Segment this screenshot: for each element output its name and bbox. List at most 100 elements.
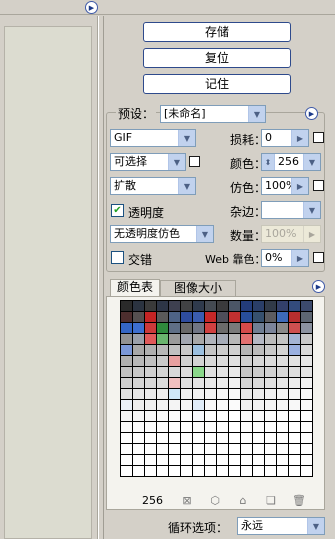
color-swatch[interactable] bbox=[157, 378, 168, 388]
color-swatch[interactable] bbox=[265, 378, 276, 388]
color-swatch[interactable] bbox=[301, 378, 312, 388]
color-swatch[interactable] bbox=[277, 301, 288, 311]
color-swatch[interactable] bbox=[133, 455, 144, 465]
map-to-transparent-icon[interactable]: ⊠ bbox=[181, 494, 193, 507]
color-swatch[interactable] bbox=[145, 378, 156, 388]
color-swatch[interactable] bbox=[253, 455, 264, 465]
color-swatch[interactable] bbox=[265, 312, 276, 322]
color-swatch[interactable] bbox=[181, 356, 192, 366]
color-swatch[interactable] bbox=[253, 367, 264, 377]
color-swatch[interactable] bbox=[181, 466, 192, 476]
color-swatch[interactable] bbox=[241, 422, 252, 432]
color-swatch[interactable] bbox=[193, 345, 204, 355]
color-swatch[interactable] bbox=[289, 345, 300, 355]
color-swatch[interactable] bbox=[217, 334, 228, 344]
color-swatch[interactable] bbox=[265, 334, 276, 344]
color-swatch[interactable] bbox=[217, 312, 228, 322]
color-swatch[interactable] bbox=[253, 411, 264, 421]
color-swatch[interactable] bbox=[205, 312, 216, 322]
color-swatch[interactable] bbox=[181, 323, 192, 333]
color-swatch[interactable] bbox=[241, 356, 252, 366]
color-swatch[interactable] bbox=[289, 334, 300, 344]
reduction-swatch-icon[interactable] bbox=[189, 156, 200, 167]
color-swatch[interactable] bbox=[289, 433, 300, 443]
color-swatch[interactable] bbox=[241, 323, 252, 333]
color-swatch[interactable] bbox=[301, 433, 312, 443]
color-swatch[interactable] bbox=[265, 422, 276, 432]
color-swatch[interactable] bbox=[217, 301, 228, 311]
color-swatch[interactable] bbox=[265, 411, 276, 421]
color-swatch[interactable] bbox=[193, 466, 204, 476]
color-swatch[interactable] bbox=[217, 323, 228, 333]
image-preview-area[interactable] bbox=[4, 26, 92, 539]
color-swatch[interactable] bbox=[133, 345, 144, 355]
color-swatch[interactable] bbox=[157, 356, 168, 366]
color-swatch[interactable] bbox=[193, 400, 204, 410]
color-swatch[interactable] bbox=[169, 334, 180, 344]
color-swatch[interactable] bbox=[229, 411, 240, 421]
color-swatch[interactable] bbox=[193, 389, 204, 399]
tab-image-size[interactable]: 图像大小 bbox=[160, 280, 236, 296]
color-swatch[interactable] bbox=[289, 400, 300, 410]
color-swatch[interactable] bbox=[301, 400, 312, 410]
color-swatch[interactable] bbox=[277, 378, 288, 388]
transparency-checkbox[interactable]: ✔ bbox=[111, 204, 124, 217]
color-swatch[interactable] bbox=[229, 422, 240, 432]
color-swatch[interactable] bbox=[217, 367, 228, 377]
color-swatch[interactable] bbox=[277, 455, 288, 465]
color-swatch[interactable] bbox=[265, 301, 276, 311]
color-swatch[interactable] bbox=[145, 444, 156, 454]
color-swatch[interactable] bbox=[217, 356, 228, 366]
color-swatch[interactable] bbox=[157, 422, 168, 432]
color-swatch[interactable] bbox=[241, 378, 252, 388]
color-swatch[interactable] bbox=[121, 367, 132, 377]
color-swatch[interactable] bbox=[241, 411, 252, 421]
color-swatch[interactable] bbox=[301, 334, 312, 344]
color-swatch[interactable] bbox=[121, 400, 132, 410]
color-swatch[interactable] bbox=[145, 400, 156, 410]
color-swatch[interactable] bbox=[121, 334, 132, 344]
color-swatch[interactable] bbox=[229, 400, 240, 410]
color-swatch[interactable] bbox=[301, 389, 312, 399]
dither-input[interactable]: 100% ▶ bbox=[261, 177, 309, 195]
color-swatch[interactable] bbox=[169, 444, 180, 454]
color-swatch[interactable] bbox=[253, 356, 264, 366]
color-swatch[interactable] bbox=[277, 411, 288, 421]
color-swatch[interactable] bbox=[217, 444, 228, 454]
color-swatch[interactable] bbox=[157, 411, 168, 421]
color-swatch[interactable] bbox=[157, 444, 168, 454]
color-swatch[interactable] bbox=[241, 367, 252, 377]
color-swatch[interactable] bbox=[169, 378, 180, 388]
color-swatch[interactable] bbox=[121, 301, 132, 311]
color-swatch[interactable] bbox=[193, 312, 204, 322]
color-swatch[interactable] bbox=[229, 334, 240, 344]
color-swatch[interactable] bbox=[301, 323, 312, 333]
color-swatch[interactable] bbox=[145, 433, 156, 443]
color-swatch[interactable] bbox=[265, 367, 276, 377]
color-swatch[interactable] bbox=[121, 323, 132, 333]
color-swatch[interactable] bbox=[217, 400, 228, 410]
color-swatch[interactable] bbox=[301, 367, 312, 377]
color-swatch[interactable] bbox=[181, 312, 192, 322]
color-swatch[interactable] bbox=[253, 323, 264, 333]
color-swatch[interactable] bbox=[277, 466, 288, 476]
color-swatch[interactable] bbox=[121, 444, 132, 454]
color-swatch[interactable] bbox=[265, 400, 276, 410]
color-swatch[interactable] bbox=[121, 422, 132, 432]
color-swatch[interactable] bbox=[241, 444, 252, 454]
color-swatch[interactable] bbox=[157, 389, 168, 399]
color-swatch[interactable] bbox=[289, 466, 300, 476]
color-swatch[interactable] bbox=[217, 389, 228, 399]
color-swatch[interactable] bbox=[241, 455, 252, 465]
color-swatch[interactable] bbox=[253, 389, 264, 399]
color-swatch[interactable] bbox=[301, 444, 312, 454]
color-swatch[interactable] bbox=[181, 378, 192, 388]
color-swatch[interactable] bbox=[145, 356, 156, 366]
color-swatch[interactable] bbox=[277, 323, 288, 333]
color-swatch[interactable] bbox=[241, 400, 252, 410]
color-swatch[interactable] bbox=[289, 312, 300, 322]
color-swatch[interactable] bbox=[181, 345, 192, 355]
color-swatch[interactable] bbox=[121, 433, 132, 443]
color-swatch[interactable] bbox=[205, 345, 216, 355]
color-swatch[interactable] bbox=[181, 367, 192, 377]
